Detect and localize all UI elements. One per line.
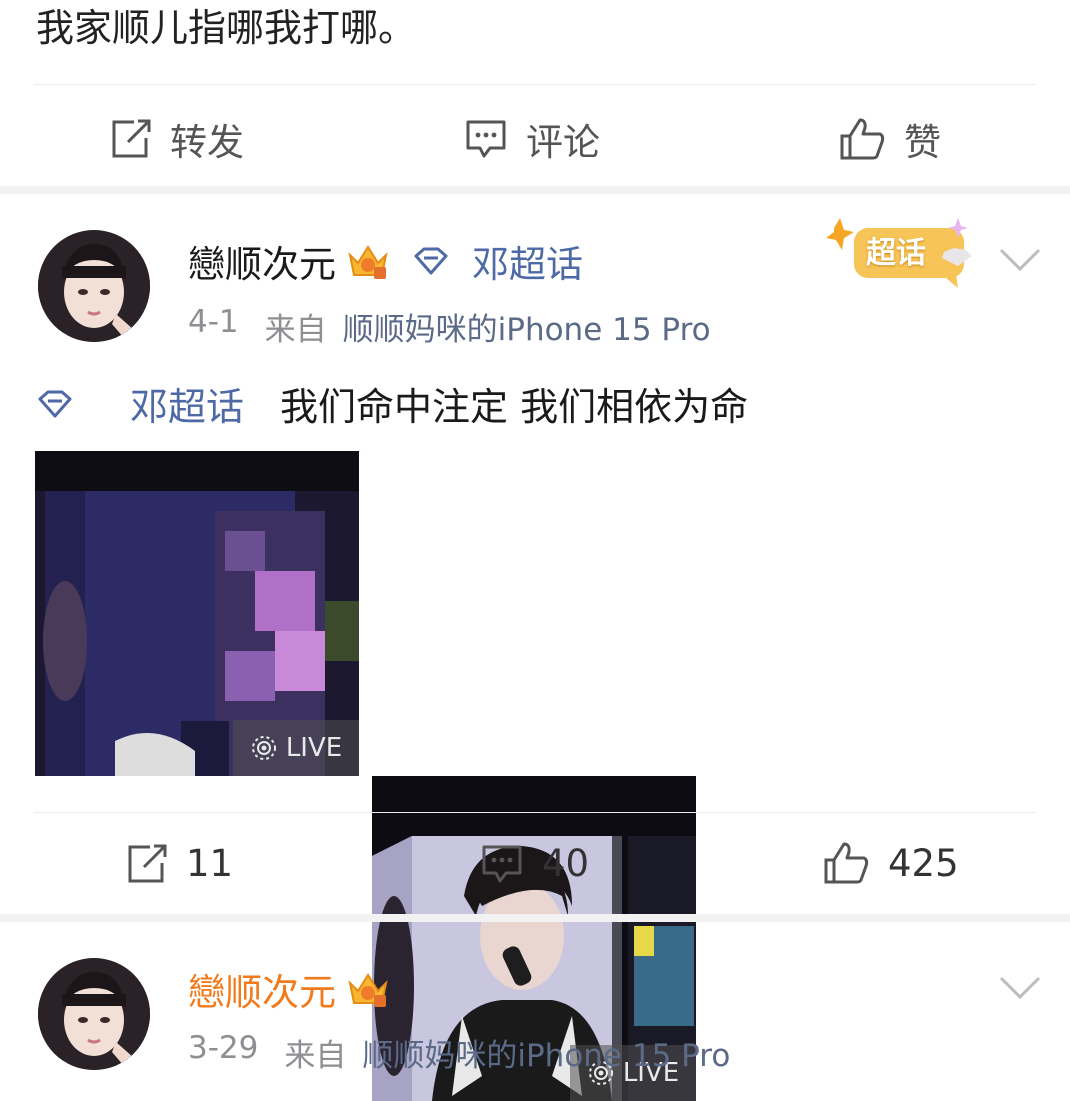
post-header-name-row: 戀顺次元 邓超话 [188, 234, 583, 288]
like-button[interactable]: 赞 [838, 112, 941, 166]
post-date: 3-29 [188, 1030, 259, 1066]
comment-icon [482, 845, 522, 882]
repost-icon [112, 119, 151, 158]
post-separator [0, 914, 1070, 922]
diamond-icon [38, 390, 72, 417]
post-separator [0, 186, 1070, 194]
like-count: 425 [888, 841, 959, 885]
post-text-top: 我家顺儿指哪我打哪。 [36, 6, 417, 50]
crown-icon [348, 973, 388, 1007]
like-icon [824, 842, 869, 884]
comment-icon [466, 120, 506, 158]
comment-label: 评论 [526, 121, 600, 164]
comment-count: 40 [542, 842, 590, 885]
like-button[interactable]: 425 [822, 840, 959, 886]
post-source[interactable]: 顺顺妈咪的iPhone 15 Pro [362, 1030, 730, 1075]
source-prefix: 来自 [284, 1038, 347, 1074]
avatar-image [38, 958, 150, 1070]
post-source[interactable]: 顺顺妈咪的iPhone 15 Pro [343, 304, 711, 349]
photo-1[interactable]: LIVE [35, 451, 359, 776]
like-label: 赞 [904, 121, 941, 164]
comment-button[interactable]: 40 [480, 842, 589, 885]
username[interactable]: 戀顺次元 [188, 234, 336, 288]
repost-button[interactable]: 转发 [108, 112, 244, 166]
repost-label: 转发 [170, 121, 244, 164]
divider [34, 812, 1036, 813]
diamond-icon [414, 247, 448, 275]
post-meta: 3-29 来自 顺顺妈咪的iPhone 15 Pro [188, 1030, 730, 1075]
crown-icon [348, 245, 388, 279]
avatar-image [38, 230, 150, 342]
topic-link[interactable]: 邓超话 [130, 376, 244, 431]
source-prefix: 来自 [264, 312, 327, 348]
avatar[interactable] [38, 230, 150, 342]
post-text: 我们命中注定 我们相依为命 [280, 385, 749, 429]
verified-topic[interactable]: 邓超话 [472, 234, 583, 288]
like-icon [840, 118, 885, 160]
username[interactable]: 戀顺次元 [188, 962, 336, 1016]
chevron-down-icon[interactable] [998, 974, 1042, 1002]
live-icon [251, 736, 276, 760]
live-badge: LIVE [233, 720, 359, 776]
divider [34, 84, 1036, 85]
avatar[interactable] [38, 958, 150, 1070]
repost-button[interactable]: 11 [124, 842, 233, 885]
post-body: 邓超话 我们命中注定 我们相依为命 [36, 376, 748, 431]
comment-button[interactable]: 评论 [464, 112, 600, 166]
next-post-name-row: 戀顺次元 [188, 962, 390, 1016]
super-badge-label: 超话 [866, 236, 926, 271]
post-meta: 4-1 来自 顺顺妈咪的iPhone 15 Pro [188, 304, 711, 349]
super-topic-badge[interactable]: 超话 [826, 216, 976, 290]
chevron-down-icon[interactable] [998, 246, 1042, 274]
repost-count: 11 [186, 842, 234, 885]
live-label: LIVE [285, 733, 343, 763]
post-date: 4-1 [188, 304, 239, 340]
repost-icon [128, 844, 167, 882]
